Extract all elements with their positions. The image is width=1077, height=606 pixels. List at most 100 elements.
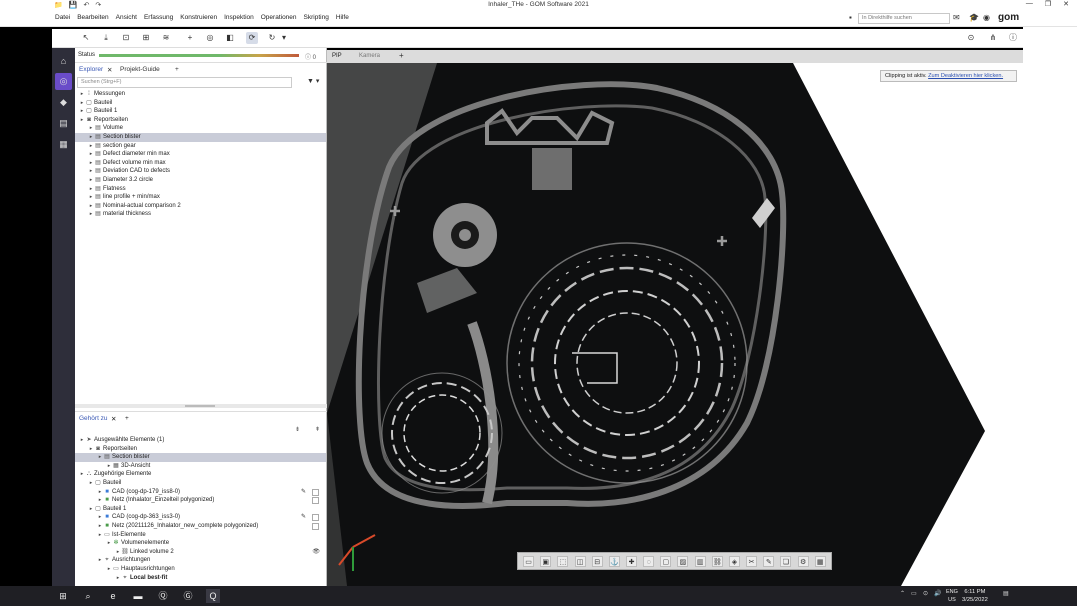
tree-item[interactable]: ▸ ⛓Linked volume 2 👁 xyxy=(75,548,326,557)
box-icon[interactable]: ▢ xyxy=(660,555,672,567)
windows-start-icon[interactable]: ⊞ xyxy=(56,589,70,603)
tree-item[interactable]: ▸ ➤ Ausgewählte Elemente (1) xyxy=(75,436,326,445)
app-g-icon[interactable]: Ⓖ xyxy=(181,589,195,603)
select-region-icon[interactable]: ⬚ xyxy=(557,555,569,567)
help-search-input[interactable]: In Direkthilfe suchen xyxy=(858,13,950,24)
tree-item[interactable]: ▸ ▤ Defect diameter min max xyxy=(75,150,326,159)
filter-icon[interactable]: ▼ ▾ xyxy=(307,77,319,85)
tab-kamera[interactable]: Kamera xyxy=(359,53,380,59)
tree-item[interactable]: ▸ ■ Netz (Inhalator_Einzelteil polygonized… xyxy=(75,496,326,505)
tree-item[interactable]: ▸ ▢ Bauteil xyxy=(75,479,326,488)
add-point-icon[interactable]: + xyxy=(184,32,196,44)
link-icon[interactable]: ⛓ xyxy=(711,555,723,567)
home-icon[interactable]: ⌂ xyxy=(55,53,72,70)
tree-item[interactable]: ▸ ▢ Bauteil 1 xyxy=(75,107,326,116)
search-icon[interactable]: ⌕ xyxy=(81,589,95,603)
edit-pencil-icon[interactable]: ✎ xyxy=(301,488,306,497)
tree-item[interactable]: ▸ ◙ Reportseiten xyxy=(75,445,326,454)
panel-icon[interactable]: ◧ xyxy=(224,32,236,44)
tree-item[interactable]: ▸ ▤ Defect volume min max xyxy=(75,159,326,168)
tree-item[interactable]: ▸ ▢ Bauteil xyxy=(75,99,326,108)
tree-item[interactable]: ▸ ◙ Reportseiten xyxy=(75,116,326,125)
tree-item[interactable]: ▸ ▭ Ist-Elemente xyxy=(75,531,326,540)
tree-item[interactable]: ▸ ✻ Volumenelemente xyxy=(75,539,326,548)
hide-icon[interactable]: ◌ xyxy=(643,555,655,567)
info-icon[interactable]: ⓘ xyxy=(1007,32,1019,44)
chevron-up-icon[interactable]: ⌃ xyxy=(900,590,905,597)
tree-item[interactable]: ▸ ■ CAD (cog-dp-363_iss3-0) ✎ xyxy=(75,513,326,522)
menu-datei[interactable]: Datei xyxy=(55,14,70,21)
tree-item[interactable]: ▸ ▤ Section blister xyxy=(75,133,326,142)
target-icon[interactable]: ◎ xyxy=(204,32,216,44)
tree-item[interactable]: ▸ ⛬ Zugehörige Elemente xyxy=(75,470,326,479)
3d-viewport[interactable]: Clipping ist aktiv. Zum Deaktivieren hie… xyxy=(327,63,1023,586)
view-front-icon[interactable]: ▭ xyxy=(523,555,535,567)
battery-icon[interactable]: ▭ xyxy=(911,590,917,597)
tree-item[interactable]: ▸ ▤ Section blister xyxy=(75,453,326,462)
network-icon[interactable]: ⊙ xyxy=(923,590,928,597)
notification-icon[interactable]: ▤ xyxy=(1003,590,1009,597)
menu-inspektion[interactable]: Inspektion xyxy=(224,14,254,21)
tree-item[interactable]: ▸ ▤ Volume xyxy=(75,124,326,133)
tree-item[interactable]: ▸ ▤ Deviation CAD to defects xyxy=(75,167,326,176)
collapse-icon[interactable]: ⇟ xyxy=(295,426,300,433)
cube-view-icon[interactable]: ◈ xyxy=(728,555,740,567)
tree-item[interactable]: ▸ ▤ section gear xyxy=(75,142,326,151)
monitor-icon[interactable]: ▣ xyxy=(540,555,552,567)
expand-icon[interactable]: ⇞ xyxy=(315,426,320,433)
eye-icon[interactable]: 👁 xyxy=(312,548,320,557)
tree-item[interactable]: ▸ ▤ Flatness xyxy=(75,185,326,194)
maximize-button[interactable]: ❐ xyxy=(1045,0,1051,8)
tree-item[interactable]: ▸ ▦ 3D-Ansicht xyxy=(75,462,326,471)
select-icon[interactable]: ⊡ xyxy=(120,32,132,44)
cube-icon[interactable]: ◆ xyxy=(55,94,72,111)
minimize-button[interactable]: — xyxy=(1026,0,1033,8)
crosshair-icon[interactable]: ✚ xyxy=(626,555,638,567)
tab-explorer[interactable]: Explorer xyxy=(79,66,103,73)
menu-bearbeiten[interactable]: Bearbeiten xyxy=(77,14,108,21)
tree-item[interactable]: ▸ ▢ Bauteil 1 xyxy=(75,505,326,514)
tree-item[interactable]: ▸ ■ CAD (cog-dp-179_iss8-0) ✎ xyxy=(75,488,326,497)
layers-icon[interactable]: ❏ xyxy=(780,555,792,567)
tree-item[interactable]: ▸ ▤ Diameter 3.2 circle xyxy=(75,176,326,185)
add-tab-icon[interactable]: + xyxy=(125,415,129,422)
tree-item[interactable]: ▸ ▤ material thickness xyxy=(75,210,326,219)
disable-clipping-link[interactable]: Zum Deaktivieren hier klicken. xyxy=(928,73,1003,79)
recompute-icon[interactable]: ↻ xyxy=(266,32,278,44)
app-q-icon[interactable]: Ⓠ xyxy=(156,589,170,603)
report-icon[interactable]: ▤ xyxy=(55,115,72,132)
tab-gehoert-zu[interactable]: Gehört zu xyxy=(79,415,108,422)
visibility-checkbox[interactable] xyxy=(312,514,319,522)
close-icon[interactable]: ✕ xyxy=(111,415,116,423)
frame-select-icon[interactable]: ⊞ xyxy=(140,32,152,44)
visibility-checkbox[interactable] xyxy=(312,488,319,496)
tree-item[interactable]: ▸ ▤ Nominal-actual comparison 2 xyxy=(75,202,326,211)
chart-icon[interactable]: ▥ xyxy=(694,555,706,567)
grid-icon[interactable]: ▦ xyxy=(814,555,826,567)
tree-item[interactable]: ▸ ▭ Hauptausrichtungen xyxy=(75,565,326,574)
location-icon[interactable]: ⊙ xyxy=(965,32,977,44)
user-icon[interactable]: ◉ xyxy=(983,13,990,22)
settings-icon[interactable]: ⚙ xyxy=(797,555,809,567)
pointer-tool-icon[interactable]: ↖ xyxy=(80,32,92,44)
visibility-checkbox[interactable] xyxy=(312,523,319,530)
close-icon[interactable]: ✕ xyxy=(107,66,112,74)
menu-konstruieren[interactable]: Konstruieren xyxy=(180,14,217,21)
language-indicator[interactable]: ENG US xyxy=(946,588,958,604)
tree-item[interactable]: ▸ ▤ line profile + min/max xyxy=(75,193,326,202)
file-explorer-icon[interactable]: ▬ xyxy=(131,589,145,603)
panel-splitter[interactable] xyxy=(75,404,327,408)
tree-item[interactable]: ▸ ■ Netz (20211126_Inhalator_new_complete … xyxy=(75,522,326,531)
chat-icon[interactable]: ✉ xyxy=(953,13,960,22)
volume-icon[interactable]: 🔊 xyxy=(934,590,941,597)
layers-icon[interactable]: ≋ xyxy=(160,32,172,44)
apps-icon[interactable]: ▦ xyxy=(55,136,72,153)
fit-icon[interactable]: ⊟ xyxy=(591,555,603,567)
explorer-search-input[interactable]: Suchen (Strg+F) xyxy=(77,77,292,88)
cut-icon[interactable]: ✂ xyxy=(746,555,758,567)
menu-hilfe[interactable]: Hilfe xyxy=(336,14,349,21)
academy-icon[interactable]: 🎓 xyxy=(969,13,979,22)
tree-item[interactable]: ▸ ⁞ Messungen xyxy=(75,90,326,99)
add-tab-icon[interactable]: + xyxy=(175,66,179,73)
anchor-icon[interactable]: ⚓ xyxy=(608,555,620,567)
